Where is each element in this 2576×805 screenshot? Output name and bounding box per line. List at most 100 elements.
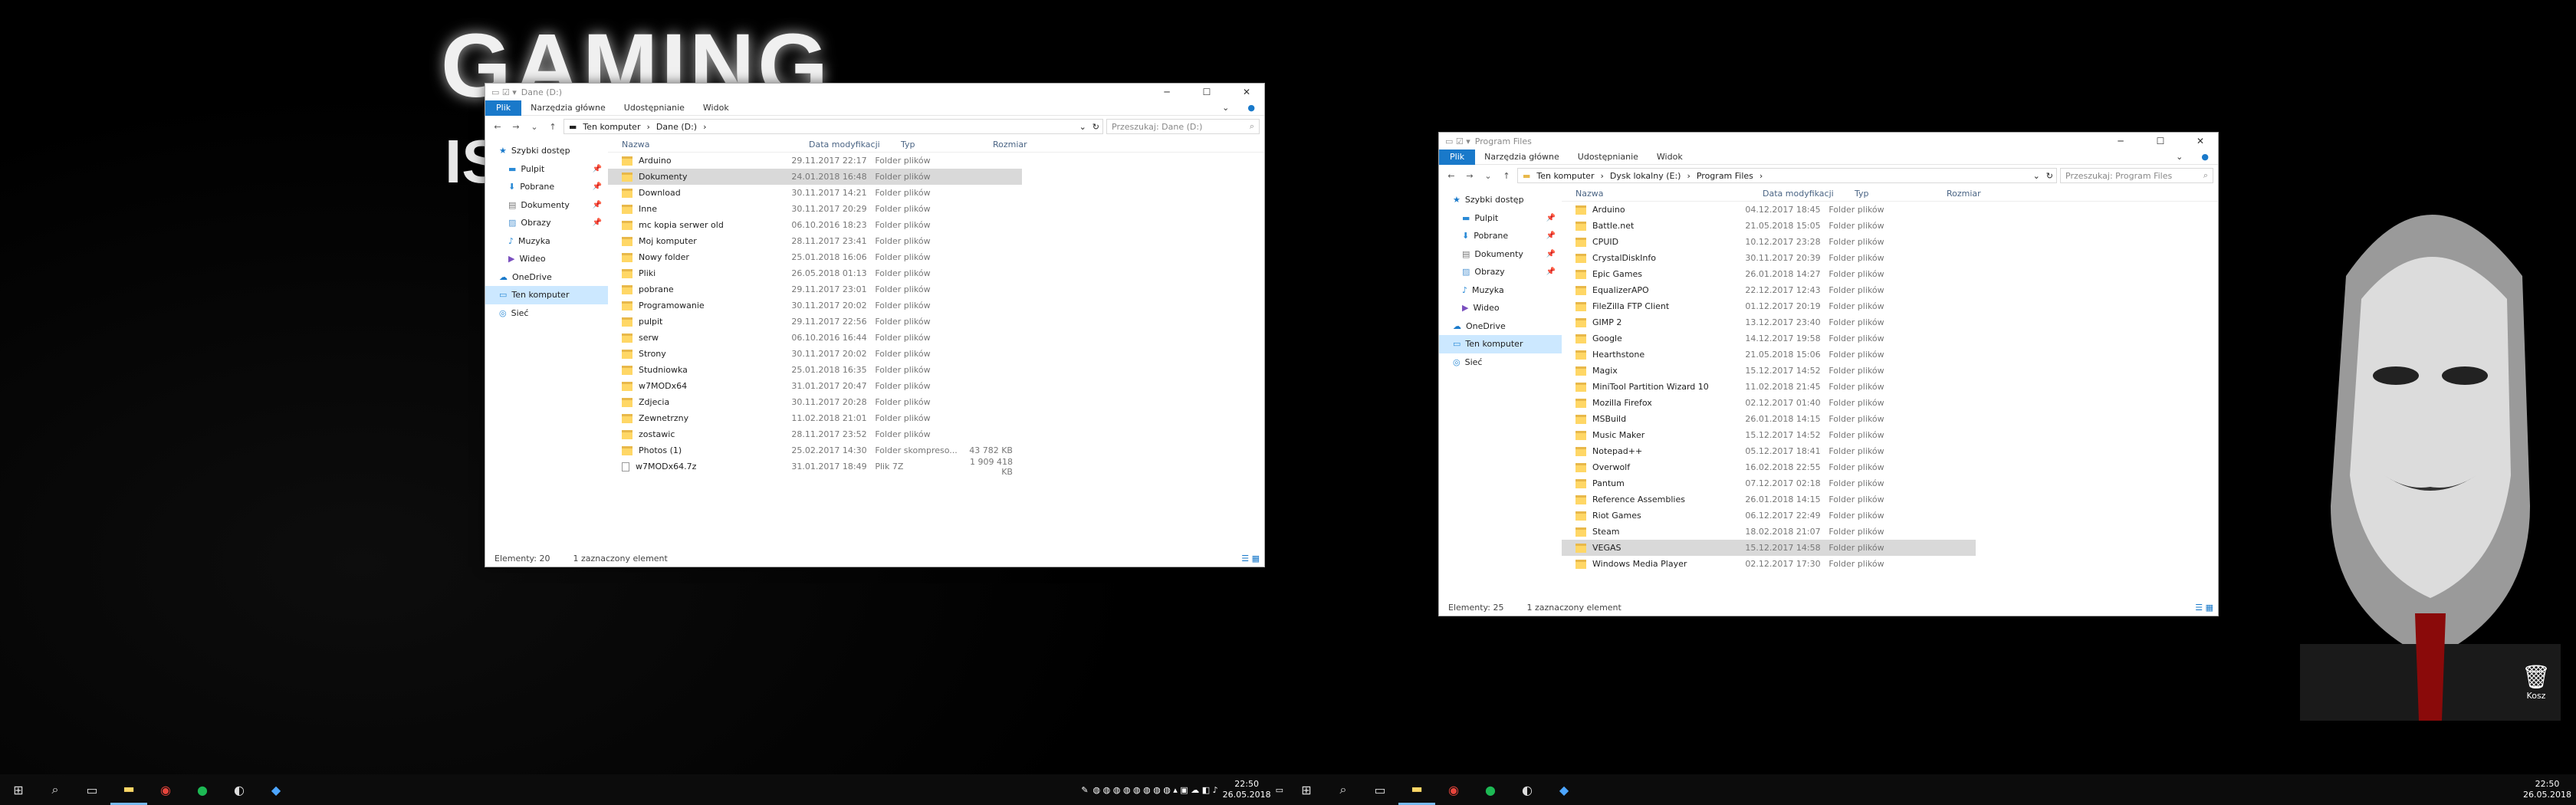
sidebar-item[interactable]: ▤ Dokumenty 📌 (485, 196, 608, 215)
file-explorer-icon[interactable]: ▬ (110, 774, 147, 805)
pen-icon[interactable]: ✎ (1081, 785, 1088, 795)
task-view-icon[interactable]: ▭ (74, 774, 110, 805)
title-bar[interactable]: ▭ ☑ ▾ Program Files ─ ☐ ✕ (1439, 133, 2218, 150)
sidebar-item[interactable]: ▭ Ten komputer (485, 286, 608, 304)
search-icon[interactable]: ⌕ (37, 774, 74, 805)
list-item[interactable]: Pliki 26.05.2018 01:13 Folder plików (608, 265, 1022, 281)
maximize-button[interactable]: ☐ (1189, 84, 1224, 100)
list-item[interactable]: Music Maker 15.12.2017 14:52 Folder plików (1562, 427, 1976, 443)
pin-icon[interactable]: 📌 (1546, 250, 1556, 258)
address-dropdown-icon[interactable]: ⌄ (2033, 171, 2040, 181)
minimize-button[interactable]: ─ (2103, 133, 2138, 150)
close-button[interactable]: ✕ (2183, 133, 2218, 150)
help-icon[interactable]: ● (1238, 103, 1264, 113)
list-item[interactable]: Mozilla Firefox 02.12.2017 01:40 Folder pl… (1562, 395, 1976, 411)
ribbon-expand-icon[interactable]: ⌄ (1213, 103, 1238, 113)
clock[interactable]: 22:50 26.05.2018 (2523, 779, 2571, 800)
notification-icon[interactable]: ▭ (1276, 785, 1283, 795)
search-box[interactable]: Przeszukaj: Program Files ⌕ (2060, 168, 2213, 183)
clock[interactable]: 22:50 26.05.2018 (1223, 779, 1271, 800)
forward-button[interactable]: → (1462, 171, 1477, 181)
sidebar-item[interactable]: ☁ OneDrive (485, 268, 608, 287)
sidebar-item[interactable]: ▶ Wideo (485, 250, 608, 268)
list-item[interactable]: Steam 18.02.2018 21:07 Folder plików (1562, 524, 1976, 540)
list-item[interactable]: Programowanie 30.11.2017 20:02 Folder plik… (608, 297, 1022, 314)
file-explorer-icon[interactable]: ▬ (1398, 774, 1435, 805)
list-item[interactable]: Arduino 04.12.2017 18:45 Folder plików (1562, 202, 1976, 218)
tray-apps-icon[interactable]: ◍ ◍ ◍ ◍ ◍ ◍ ◍ ◍ ▴ ▣ ☁ ◧ ♪ (1093, 785, 1218, 795)
start-button[interactable]: ⊞ (0, 774, 37, 805)
start-button[interactable]: ⊞ (1288, 774, 1325, 805)
breadcrumb-0[interactable]: Ten komputer (583, 122, 640, 132)
list-item[interactable]: Inne 30.11.2017 20:29 Folder plików (608, 201, 1022, 217)
column-date[interactable]: Data modyfikacji (1763, 189, 1855, 199)
quick-access-toolbar-icon[interactable]: ▭ ☑ ▾ (1445, 136, 1470, 146)
list-item[interactable]: MSBuild 26.01.2018 14:15 Folder plików (1562, 411, 1976, 427)
back-button[interactable]: ← (1444, 171, 1459, 181)
back-button[interactable]: ← (490, 122, 505, 132)
sidebar-item[interactable]: ★ Szybki dostęp (1439, 191, 1562, 209)
column-type[interactable]: Typ (901, 140, 993, 150)
breadcrumb-0[interactable]: Ten komputer (1536, 171, 1594, 181)
sidebar-item[interactable]: ▨ Obrazy 📌 (485, 214, 608, 232)
list-item[interactable]: Download 30.11.2017 14:21 Folder plików (608, 185, 1022, 201)
pin-icon[interactable]: 📌 (593, 165, 602, 173)
list-item[interactable]: Moj komputer 28.11.2017 23:41 Folder plikó… (608, 233, 1022, 249)
list-item[interactable]: Google 14.12.2017 19:58 Folder plików (1562, 330, 1976, 347)
tab-file[interactable]: Plik (485, 100, 522, 116)
sidebar-item[interactable]: ▭ Ten komputer (1439, 335, 1562, 353)
list-item[interactable]: mc kopia serwer old 06.10.2016 18:23 Folde… (608, 217, 1022, 233)
list-item[interactable]: Overwolf 16.02.2018 22:55 Folder plików (1562, 459, 1976, 475)
details-view-icon[interactable]: ☰ ▦ (2195, 603, 2218, 613)
list-item[interactable]: Zdjecia 30.11.2017 20:28 Folder plików (608, 394, 1022, 410)
list-item[interactable]: EqualizerAPO 22.12.2017 12:43 Folder plikó… (1562, 282, 1976, 298)
sidebar-item[interactable]: ♪ Muzyka (485, 232, 608, 251)
steam-icon[interactable]: ◐ (1509, 774, 1546, 805)
address-bar[interactable]: ▬ Ten komputer › Dysk lokalny (E:) › Progr… (1517, 168, 2057, 183)
list-item[interactable]: serw 06.10.2016 16:44 Folder plików (608, 330, 1022, 346)
up-button[interactable]: ↑ (545, 122, 560, 132)
column-date[interactable]: Data modyfikacji (809, 140, 901, 150)
tab-share[interactable]: Udostępnianie (1569, 152, 1648, 162)
search-icon[interactable]: ⌕ (1325, 774, 1362, 805)
maximize-button[interactable]: ☐ (2143, 133, 2178, 150)
column-type[interactable]: Typ (1855, 189, 1947, 199)
tab-home[interactable]: Narzędzia główne (521, 103, 615, 113)
list-item[interactable]: Strony 30.11.2017 20:02 Folder plików (608, 346, 1022, 362)
list-item[interactable]: Magix 15.12.2017 14:52 Folder plików (1562, 363, 1976, 379)
list-item[interactable]: Epic Games 26.01.2018 14:27 Folder plików (1562, 266, 1976, 282)
list-item[interactable]: Hearthstone 21.05.2018 15:06 Folder plików (1562, 347, 1976, 363)
sidebar-item[interactable]: ★ Szybki dostęp (485, 142, 608, 160)
breadcrumb-2[interactable]: Program Files (1697, 171, 1753, 181)
list-item[interactable]: Windows Media Player 02.12.2017 17:30 Fold… (1562, 556, 1976, 572)
list-item[interactable]: Pantum 07.12.2017 02:18 Folder plików (1562, 475, 1976, 491)
sidebar-item[interactable]: ▤ Dokumenty 📌 (1439, 245, 1562, 264)
pin-icon[interactable]: 📌 (593, 201, 602, 209)
column-size[interactable]: Rozmiar (1947, 189, 1985, 199)
tab-view[interactable]: Widok (1648, 152, 1692, 162)
column-name[interactable]: Nazwa (608, 140, 809, 150)
sidebar-item[interactable]: ☁ OneDrive (1439, 317, 1562, 336)
tab-view[interactable]: Widok (694, 103, 738, 113)
column-name[interactable]: Nazwa (1562, 189, 1763, 199)
list-item[interactable]: Dokumenty 24.01.2018 16:48 Folder plików (608, 169, 1022, 185)
address-dropdown-icon[interactable]: ⌄ (1079, 122, 1086, 132)
breadcrumb-1[interactable]: Dysk lokalny (E:) (1610, 171, 1681, 181)
ribbon-expand-icon[interactable]: ⌄ (2167, 152, 2192, 162)
list-item[interactable]: Reference Assemblies 26.01.2018 14:15 Fold… (1562, 491, 1976, 508)
sidebar-item[interactable]: ◎ Sieć (485, 304, 608, 323)
pin-icon[interactable]: 📌 (1546, 268, 1556, 276)
sidebar-item[interactable]: ♪ Muzyka (1439, 281, 1562, 300)
list-item[interactable]: w7MODx64 31.01.2017 20:47 Folder plików (608, 378, 1022, 394)
steam-icon[interactable]: ◐ (221, 774, 258, 805)
list-item[interactable]: Notepad++ 05.12.2017 18:41 Folder plików (1562, 443, 1976, 459)
explorer-window-dane[interactable]: ▭ ☑ ▾ Dane (D:) ─ ☐ ✕ Plik Narzędzia głó… (485, 83, 1265, 567)
refresh-icon[interactable]: ↻ (1092, 122, 1102, 132)
chrome-icon[interactable]: ◉ (147, 774, 184, 805)
spotify-icon[interactable]: ● (184, 774, 221, 805)
recent-locations-icon[interactable]: ⌄ (527, 122, 542, 132)
recycle-bin[interactable]: 🗑 Kosz (2515, 664, 2558, 701)
list-item[interactable]: zostawic 28.11.2017 23:52 Folder plików (608, 426, 1022, 442)
column-size[interactable]: Rozmiar (993, 140, 1031, 150)
up-button[interactable]: ↑ (1499, 171, 1514, 181)
